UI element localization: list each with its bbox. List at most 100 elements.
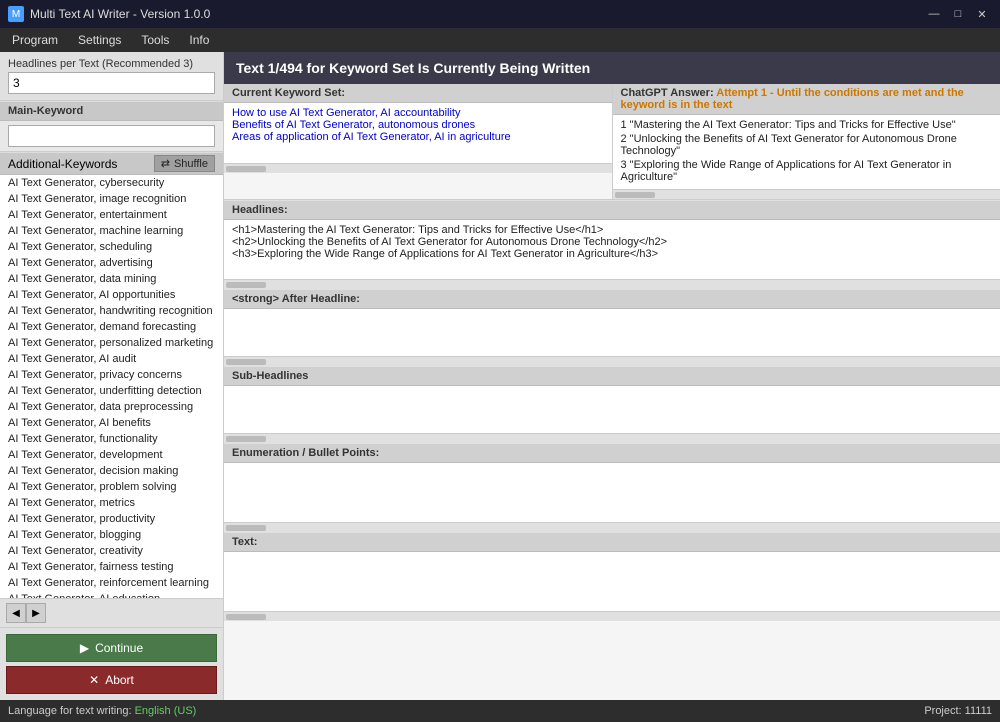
- list-item[interactable]: AI Text Generator, scheduling: [0, 239, 223, 255]
- sub-headlines-scrollbar[interactable]: [224, 433, 1000, 443]
- main-keyword-input[interactable]: [8, 125, 215, 147]
- chatgpt-answer-item: 1 "Mastering the AI Text Generator: Tips…: [621, 119, 993, 131]
- keyword-link-item: Benefits of AI Text Generator, autonomou…: [232, 119, 604, 131]
- headlines-section: Headlines:: [224, 200, 1000, 289]
- language-label: Language for text writing:: [8, 705, 132, 717]
- list-item[interactable]: AI Text Generator, underfitting detectio…: [0, 383, 223, 399]
- keyword-set-col: Current Keyword Set: How to use AI Text …: [224, 84, 613, 199]
- keyword-set-header: Current Keyword Set:: [224, 84, 612, 103]
- list-item[interactable]: AI Text Generator, AI education: [0, 591, 223, 598]
- shuffle-button[interactable]: ⇄ Shuffle: [154, 155, 215, 172]
- menu-program[interactable]: Program: [4, 31, 66, 49]
- window-controls[interactable]: — □ ✕: [924, 5, 992, 23]
- enumeration-textarea[interactable]: [224, 463, 1000, 519]
- menu-bar: Program Settings Tools Info: [0, 28, 1000, 52]
- text-textarea[interactable]: [224, 552, 1000, 608]
- list-item[interactable]: AI Text Generator, metrics: [0, 495, 223, 511]
- list-item[interactable]: AI Text Generator, creativity: [0, 543, 223, 559]
- sub-headlines-section: Sub-Headlines: [224, 366, 1000, 443]
- continue-button[interactable]: ▶ Continue: [6, 634, 217, 662]
- list-item[interactable]: AI Text Generator, productivity: [0, 511, 223, 527]
- text-section: Text:: [224, 532, 1000, 621]
- list-item[interactable]: AI Text Generator, handwriting recogniti…: [0, 303, 223, 319]
- shuffle-label: Shuffle: [174, 158, 208, 170]
- headlines-input[interactable]: [8, 72, 215, 94]
- headlines-label: Headlines per Text (Recommended 3): [8, 58, 215, 70]
- list-item[interactable]: AI Text Generator, machine learning: [0, 223, 223, 239]
- menu-tools[interactable]: Tools: [133, 31, 177, 49]
- list-item[interactable]: AI Text Generator, image recognition: [0, 191, 223, 207]
- list-item[interactable]: AI Text Generator, blogging: [0, 527, 223, 543]
- left-panel: Headlines per Text (Recommended 3) Main-…: [0, 52, 224, 700]
- enumeration-scroll-thumb: [226, 525, 266, 531]
- additional-keywords-header: Additional-Keywords ⇄ Shuffle: [0, 152, 223, 175]
- scroll-right-button[interactable]: ▶: [26, 603, 46, 623]
- keywords-list: AI Text Generator, cybersecurityAI Text …: [0, 175, 223, 598]
- list-item[interactable]: AI Text Generator, AI benefits: [0, 415, 223, 431]
- after-headline-textarea-wrap: [224, 309, 1000, 356]
- list-item[interactable]: AI Text Generator, data mining: [0, 271, 223, 287]
- keyword-link[interactable]: How to use AI Text Generator, AI account…: [232, 107, 460, 119]
- minimize-button[interactable]: —: [924, 5, 944, 23]
- list-item[interactable]: AI Text Generator, entertainment: [0, 207, 223, 223]
- headlines-scroll-thumb: [226, 282, 266, 288]
- project-value: 11111: [965, 705, 992, 717]
- after-headline-scrollbar[interactable]: [224, 356, 1000, 366]
- list-item[interactable]: AI Text Generator, development: [0, 447, 223, 463]
- continue-label: Continue: [95, 641, 143, 655]
- abort-button[interactable]: ✕ Abort: [6, 666, 217, 694]
- after-headline-textarea[interactable]: [224, 309, 1000, 353]
- chatgpt-scrollbar[interactable]: [613, 189, 1000, 199]
- project-info: Project: 11111: [924, 705, 992, 717]
- list-item[interactable]: AI Text Generator, reinforcement learnin…: [0, 575, 223, 591]
- play-icon: ▶: [80, 641, 89, 655]
- headlines-textarea[interactable]: [224, 220, 1000, 276]
- scroll-left-button[interactable]: ◀: [6, 603, 26, 623]
- list-item[interactable]: AI Text Generator, decision making: [0, 463, 223, 479]
- list-item[interactable]: AI Text Generator, AI opportunities: [0, 287, 223, 303]
- text-scrollbar[interactable]: [224, 611, 1000, 621]
- list-item[interactable]: AI Text Generator, fairness testing: [0, 559, 223, 575]
- list-item[interactable]: AI Text Generator, data preprocessing: [0, 399, 223, 415]
- keyword-link[interactable]: Areas of application of AI Text Generato…: [232, 131, 511, 143]
- keyword-scrollbar[interactable]: [224, 163, 612, 173]
- list-item[interactable]: AI Text Generator, functionality: [0, 431, 223, 447]
- right-panel-inner: Current Keyword Set: How to use AI Text …: [224, 84, 1000, 700]
- keyword-link[interactable]: Benefits of AI Text Generator, autonomou…: [232, 119, 475, 131]
- close-button[interactable]: ✕: [972, 5, 992, 23]
- sub-headlines-textarea[interactable]: [224, 386, 1000, 430]
- list-item[interactable]: AI Text Generator, cybersecurity: [0, 175, 223, 191]
- list-item[interactable]: AI Text Generator, personalized marketin…: [0, 335, 223, 351]
- chatgpt-col: ChatGPT Answer: Attempt 1 - Until the co…: [613, 84, 1000, 199]
- chatgpt-label: ChatGPT Answer:: [621, 87, 714, 99]
- language-value: English (US): [135, 705, 197, 717]
- after-headline-scroll-thumb: [226, 359, 266, 365]
- list-item[interactable]: AI Text Generator, advertising: [0, 255, 223, 271]
- text-scroll-thumb: [226, 614, 266, 620]
- x-icon: ✕: [89, 673, 99, 687]
- status-bar: Language for text writing: English (US) …: [0, 700, 1000, 722]
- enumeration-textarea-wrap: [224, 463, 1000, 522]
- text-label-bar: Text:: [224, 532, 1000, 552]
- list-item[interactable]: AI Text Generator, problem solving: [0, 479, 223, 495]
- chatgpt-header: ChatGPT Answer: Attempt 1 - Until the co…: [613, 84, 1000, 115]
- text-textarea-wrap: [224, 552, 1000, 611]
- right-panel: Text 1/494 for Keyword Set Is Currently …: [224, 52, 1000, 700]
- after-headline-section: <strong> After Headline:: [224, 289, 1000, 366]
- headlines-scrollbar[interactable]: [224, 279, 1000, 289]
- abort-label: Abort: [105, 673, 134, 687]
- title-bar-left: M Multi Text AI Writer - Version 1.0.0: [8, 6, 210, 22]
- main-keyword-header: Main-Keyword: [0, 101, 223, 121]
- maximize-button[interactable]: □: [948, 5, 968, 23]
- list-item[interactable]: AI Text Generator, privacy concerns: [0, 367, 223, 383]
- shuffle-icon: ⇄: [161, 157, 170, 170]
- menu-settings[interactable]: Settings: [70, 31, 129, 49]
- enumeration-section: Enumeration / Bullet Points:: [224, 443, 1000, 532]
- chatgpt-scroll-thumb: [615, 192, 655, 198]
- list-item[interactable]: AI Text Generator, demand forecasting: [0, 319, 223, 335]
- sub-headlines-label-bar: Sub-Headlines: [224, 366, 1000, 386]
- additional-keywords-label: Additional-Keywords: [8, 157, 117, 171]
- list-item[interactable]: AI Text Generator, AI audit: [0, 351, 223, 367]
- menu-info[interactable]: Info: [181, 31, 217, 49]
- enumeration-scrollbar[interactable]: [224, 522, 1000, 532]
